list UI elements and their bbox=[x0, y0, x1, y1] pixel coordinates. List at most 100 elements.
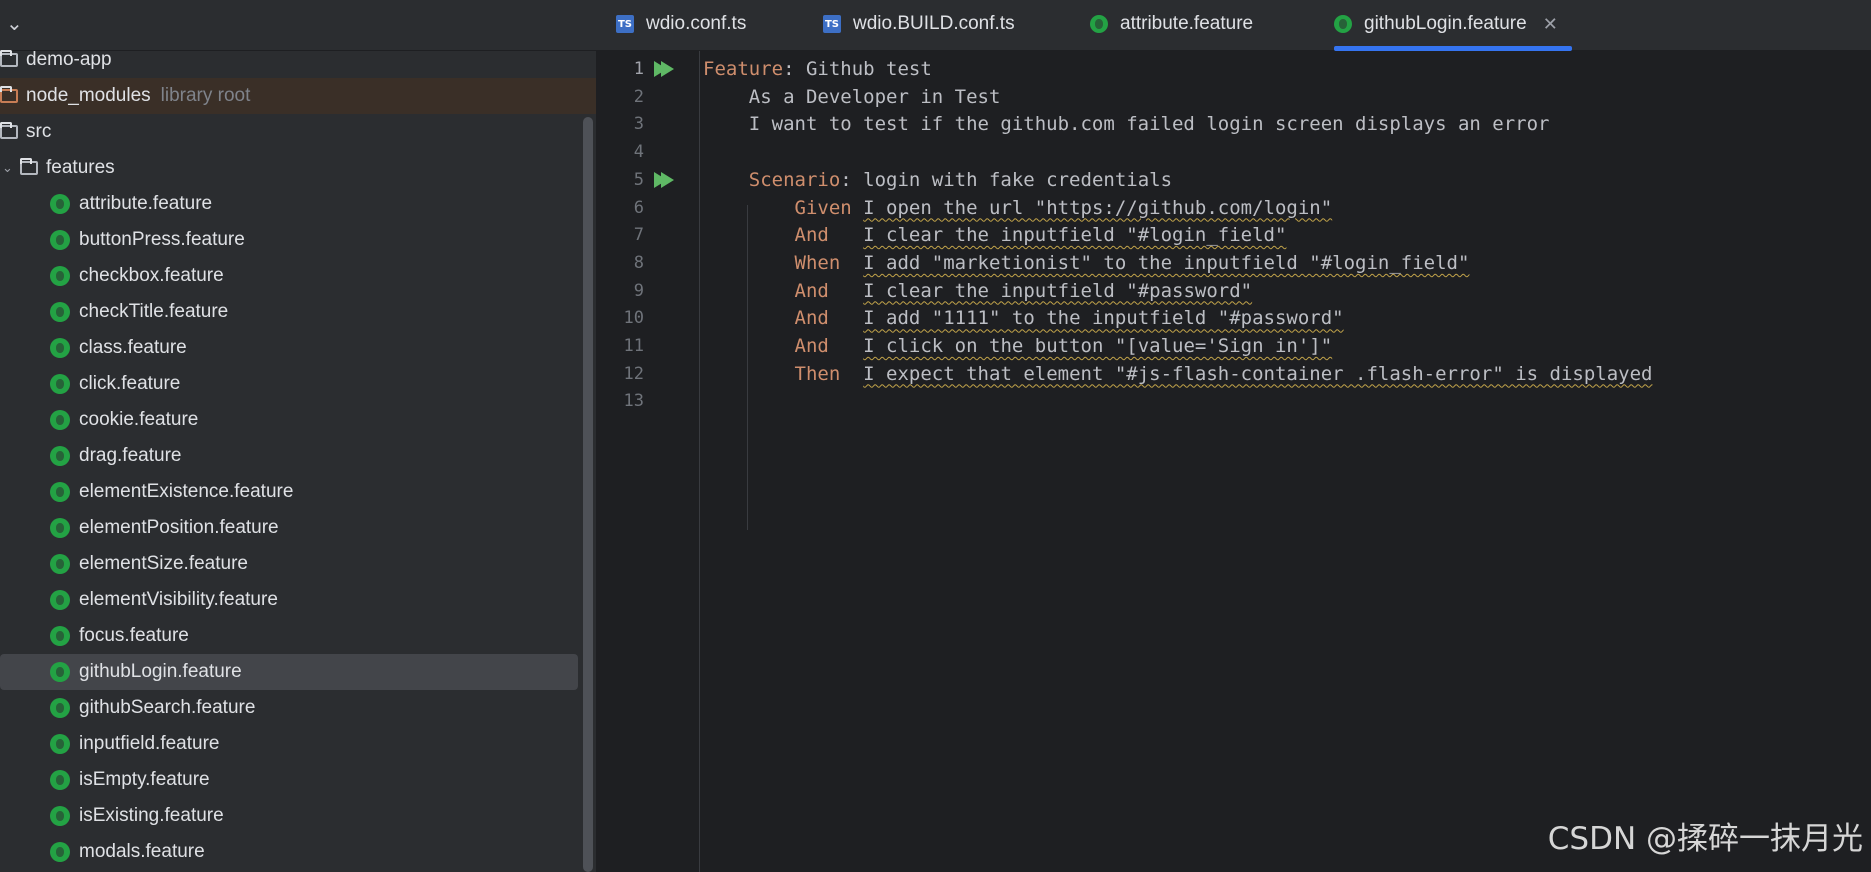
run-scenario-icon[interactable] bbox=[654, 61, 674, 77]
gherkin-keyword: And bbox=[794, 307, 829, 330]
tree-item[interactable]: class.feature bbox=[0, 330, 596, 366]
tree-item[interactable]: githubLogin.feature bbox=[0, 654, 578, 690]
cucumber-feature-icon bbox=[50, 266, 70, 286]
tree-item[interactable]: cookie.feature bbox=[0, 402, 596, 438]
code-line[interactable]: 13 bbox=[596, 385, 1871, 418]
gherkin-keyword: Then bbox=[794, 362, 841, 385]
cucumber-feature-icon bbox=[50, 482, 70, 502]
tree-item[interactable]: ⌄ features bbox=[0, 150, 596, 186]
cucumber-feature-icon bbox=[50, 518, 70, 538]
tree-item-label: inputfield.feature bbox=[79, 733, 220, 754]
cucumber-feature-icon bbox=[50, 302, 70, 322]
tree-item[interactable]: isEmpty.feature bbox=[0, 762, 596, 798]
cucumber-feature-icon bbox=[50, 734, 70, 754]
tree-scrollbar[interactable] bbox=[583, 117, 593, 872]
ts-file-icon: TS bbox=[616, 15, 634, 33]
cucumber-feature-icon bbox=[50, 770, 70, 790]
step-text: I open the url "https://github.com/login… bbox=[863, 196, 1333, 219]
tree-item-label: githubLogin.feature bbox=[79, 661, 242, 682]
expand-chevron-icon[interactable]: ⌄ bbox=[2, 160, 13, 176]
code-editor[interactable]: 1 Feature: Github test 2 As a Developer in… bbox=[596, 51, 1871, 872]
tree-item[interactable]: modals.feature bbox=[0, 834, 596, 870]
tree-item[interactable]: elementSize.feature bbox=[0, 546, 596, 582]
code-token: As a Developer in Test bbox=[703, 85, 1001, 108]
gherkin-keyword: Feature bbox=[703, 58, 784, 80]
folder-icon bbox=[0, 122, 18, 139]
tree-item[interactable]: githubSearch.feature bbox=[0, 690, 596, 726]
step-text: I expect that element "#js-flash-contain… bbox=[863, 362, 1653, 385]
tree-item-label: cookie.feature bbox=[79, 409, 199, 430]
watermark: CSDN @揉碎一抹月光 bbox=[1547, 821, 1863, 857]
tree-item-label: class.feature bbox=[79, 337, 187, 358]
gherkin-keyword: Given bbox=[794, 196, 852, 219]
tab-label: attribute.feature bbox=[1120, 13, 1254, 34]
tab-label: wdio.conf.ts bbox=[646, 13, 747, 34]
gherkin-keyword: And bbox=[794, 335, 829, 357]
tree-item[interactable]: drag.feature bbox=[0, 438, 596, 474]
step-text: I add "1111" to the inputfield "#passwor… bbox=[863, 307, 1344, 330]
editor-tab[interactable]: attribute.feature bbox=[1090, 0, 1253, 48]
tree-item[interactable]: demo-app bbox=[0, 42, 596, 78]
tree-item[interactable]: src bbox=[0, 114, 596, 150]
folder-icon bbox=[20, 158, 38, 175]
tree-item[interactable]: buttonPress.feature bbox=[0, 222, 596, 258]
editor-tab[interactable]: TS wdio.BUILD.conf.ts bbox=[823, 0, 1015, 48]
tree-item[interactable]: attribute.feature bbox=[0, 186, 596, 222]
tree-item-label: click.feature bbox=[79, 373, 181, 394]
gherkin-keyword: Scenario bbox=[748, 168, 841, 191]
editor-tab-bar: TS wdio.conf.ts TS wdio.BUILD.conf.ts attrib… bbox=[596, 0, 1871, 51]
cucumber-feature-icon bbox=[50, 410, 70, 430]
tree-item-label: focus.feature bbox=[79, 625, 189, 646]
tree-item[interactable]: checkTitle.feature bbox=[0, 294, 596, 330]
tree-item[interactable]: focus.feature bbox=[0, 618, 596, 654]
code-token: I want to test if the github.com failed … bbox=[703, 113, 1550, 136]
tab-label: wdio.BUILD.conf.ts bbox=[853, 13, 1015, 34]
cucumber-feature-icon bbox=[50, 194, 70, 214]
gherkin-keyword: And bbox=[794, 224, 829, 247]
cucumber-feature-icon bbox=[50, 662, 70, 682]
tree-item[interactable]: elementPosition.feature bbox=[0, 510, 596, 546]
collapse-chevron-icon[interactable]: ⌄ bbox=[6, 11, 23, 36]
tree-item[interactable]: click.feature bbox=[0, 366, 596, 402]
tree-item-label: attribute.feature bbox=[79, 193, 213, 214]
tree-item-label: src bbox=[26, 121, 52, 142]
cucumber-feature-icon bbox=[50, 590, 70, 610]
editor-tab[interactable]: githubLogin.feature ✕ bbox=[1334, 0, 1572, 51]
tree-item[interactable]: elementVisibility.feature bbox=[0, 582, 596, 618]
tree-item[interactable]: elementExistence.feature bbox=[0, 474, 596, 510]
tree-item-label: demo-app bbox=[26, 49, 112, 70]
step-text: I add "marketionist" to the inputfield "… bbox=[863, 251, 1470, 274]
tree-item-label: elementPosition.feature bbox=[79, 517, 279, 538]
tree-item-label: elementExistence.feature bbox=[79, 481, 294, 502]
ts-file-icon: TS bbox=[823, 15, 841, 33]
tree-item[interactable]: node_modules library root bbox=[0, 78, 596, 114]
tree-item-label: githubSearch.feature bbox=[79, 697, 256, 718]
folder-icon bbox=[0, 50, 18, 67]
cucumber-feature-icon bbox=[50, 842, 70, 862]
tab-label: githubLogin.feature bbox=[1364, 13, 1527, 34]
cucumber-feature-icon bbox=[50, 626, 70, 646]
library-root-hint: library root bbox=[160, 85, 251, 106]
tree-item[interactable]: checkbox.feature bbox=[0, 258, 596, 294]
cucumber-feature-icon bbox=[50, 446, 70, 466]
step-text: I clear the inputfield "#login_field" bbox=[863, 224, 1287, 247]
cucumber-feature-icon bbox=[50, 338, 70, 358]
editor-tab[interactable]: TS wdio.conf.ts bbox=[616, 0, 746, 48]
code-token: : login with fake credentials bbox=[840, 168, 1173, 191]
cucumber-feature-icon bbox=[50, 698, 70, 718]
tree-item[interactable]: isExisting.feature bbox=[0, 798, 596, 834]
folder-icon bbox=[0, 86, 18, 103]
close-tab-icon[interactable]: ✕ bbox=[1543, 14, 1558, 35]
tree-item-label: drag.feature bbox=[79, 445, 182, 466]
run-scenario-icon[interactable] bbox=[654, 171, 674, 188]
tree-item-label: features bbox=[46, 157, 115, 178]
tree-item[interactable]: inputfield.feature bbox=[0, 726, 596, 762]
tree-item-label: isExisting.feature bbox=[79, 805, 224, 826]
